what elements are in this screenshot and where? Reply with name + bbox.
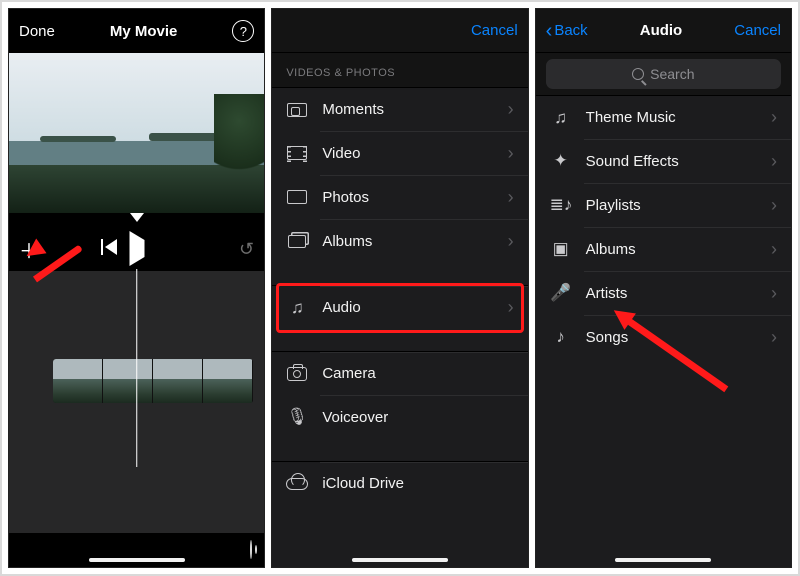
search-placeholder: Search xyxy=(650,66,694,82)
row-video[interactable]: Video › xyxy=(272,131,527,175)
play-button[interactable] xyxy=(129,240,144,258)
transport-controls: ＋ ↻ xyxy=(9,229,264,269)
skip-back-button[interactable] xyxy=(101,239,117,260)
song-icon: ♪ xyxy=(550,327,572,347)
clip-thumb xyxy=(103,359,153,403)
video-preview[interactable] xyxy=(9,53,264,213)
row-albums[interactable]: ▣ Albums › xyxy=(536,227,791,271)
sparkle-icon: ✦ xyxy=(550,151,572,171)
chevron-right-icon: › xyxy=(771,195,777,216)
row-label: Playlists xyxy=(586,197,757,214)
chevron-right-icon: › xyxy=(771,327,777,348)
section-header-videos-photos: VIDEOS & PHOTOS xyxy=(272,53,527,87)
row-label: Sound Effects xyxy=(586,153,757,170)
microphone-icon: 🎙 xyxy=(286,407,308,427)
row-label: Theme Music xyxy=(586,109,757,126)
music-note-icon: ♫ xyxy=(286,298,308,318)
row-label: Video xyxy=(322,145,493,162)
chevron-right-icon: › xyxy=(508,297,514,318)
audio-header: ‹Back Audio Cancel xyxy=(536,9,791,53)
panel-media-picker: Cancel VIDEOS & PHOTOS Moments › Video ›… xyxy=(271,8,528,568)
play-icon xyxy=(129,231,144,266)
panel-editor: Done My Movie ? ＋ ↻ xyxy=(8,8,265,568)
help-button[interactable]: ? xyxy=(232,20,254,42)
done-button[interactable]: Done xyxy=(19,23,55,40)
camera-icon xyxy=(286,363,308,385)
chevron-right-icon: › xyxy=(771,283,777,304)
row-label: Artists xyxy=(586,285,757,302)
screen-title: Audio xyxy=(640,22,683,39)
chevron-right-icon: › xyxy=(771,151,777,172)
back-button[interactable]: ‹Back xyxy=(546,22,588,39)
row-playlists[interactable]: ≣♪ Playlists › xyxy=(536,183,791,227)
music-note-icon: ♫ xyxy=(550,108,572,128)
search-input[interactable]: Search xyxy=(546,59,781,89)
playlist-icon: ≣♪ xyxy=(550,195,572,215)
playhead-line[interactable] xyxy=(136,269,138,467)
cloud-icon xyxy=(286,473,308,495)
chevron-right-icon: › xyxy=(508,99,514,120)
cancel-button[interactable]: Cancel xyxy=(471,22,518,39)
gear-icon xyxy=(250,540,252,559)
search-bar-wrap: Search xyxy=(536,53,791,95)
row-songs[interactable]: ♪ Songs › xyxy=(536,315,791,359)
chevron-right-icon: › xyxy=(771,107,777,128)
row-label: Voiceover xyxy=(322,409,513,426)
back-label: Back xyxy=(554,22,587,39)
home-indicator xyxy=(89,558,185,562)
album-icon: ▣ xyxy=(550,239,572,259)
search-icon xyxy=(632,68,644,80)
row-sound-effects[interactable]: ✦ Sound Effects › xyxy=(536,139,791,183)
row-albums[interactable]: Albums › xyxy=(272,219,527,263)
home-indicator xyxy=(352,558,448,562)
row-theme-music[interactable]: ♫ Theme Music › xyxy=(536,95,791,139)
picker-header: Cancel xyxy=(272,9,527,53)
chevron-right-icon: › xyxy=(771,239,777,260)
row-label: Audio xyxy=(322,299,493,316)
row-label: Albums xyxy=(322,233,493,250)
artist-icon: 🎤 xyxy=(550,283,572,303)
video-icon xyxy=(286,142,308,164)
undo-button[interactable]: ↻ xyxy=(239,239,254,260)
moments-icon xyxy=(286,99,308,121)
chevron-right-icon: › xyxy=(508,187,514,208)
clip-thumb xyxy=(203,359,253,403)
panel-audio-browser: ‹Back Audio Cancel Search ♫ Theme Music … xyxy=(535,8,792,568)
row-photos[interactable]: Photos › xyxy=(272,175,527,219)
clip-strip[interactable] xyxy=(53,359,253,403)
row-label: iCloud Drive xyxy=(322,475,513,492)
row-moments[interactable]: Moments › xyxy=(272,87,527,131)
row-label: Albums xyxy=(586,241,757,258)
cancel-button[interactable]: Cancel xyxy=(734,22,781,39)
row-audio[interactable]: ♫ Audio › xyxy=(272,285,527,329)
editor-header: Done My Movie ? xyxy=(9,9,264,53)
row-camera[interactable]: Camera xyxy=(272,351,527,395)
albums-icon xyxy=(286,230,308,252)
row-label: Camera xyxy=(322,365,513,382)
row-artists[interactable]: 🎤 Artists › xyxy=(536,271,791,315)
photos-icon xyxy=(286,186,308,208)
row-voiceover[interactable]: 🎙 Voiceover xyxy=(272,395,527,439)
row-label: Moments xyxy=(322,101,493,118)
row-label: Songs xyxy=(586,329,757,346)
undo-icon: ↻ xyxy=(239,239,254,260)
playhead-caret-icon xyxy=(130,213,144,222)
chevron-right-icon: › xyxy=(508,231,514,252)
panels-row: Done My Movie ? ＋ ↻ xyxy=(8,8,792,568)
tutorial-composite: Done My Movie ? ＋ ↻ xyxy=(0,0,800,576)
chevron-right-icon: › xyxy=(508,143,514,164)
home-indicator xyxy=(615,558,711,562)
settings-button[interactable] xyxy=(250,541,252,559)
row-label: Photos xyxy=(322,189,493,206)
add-media-button[interactable]: ＋ xyxy=(19,235,39,264)
skip-back-icon xyxy=(101,239,117,255)
clip-thumb xyxy=(153,359,203,403)
clip-thumb xyxy=(53,359,103,403)
row-icloud-drive[interactable]: iCloud Drive xyxy=(272,461,527,505)
project-title: My Movie xyxy=(110,23,178,40)
